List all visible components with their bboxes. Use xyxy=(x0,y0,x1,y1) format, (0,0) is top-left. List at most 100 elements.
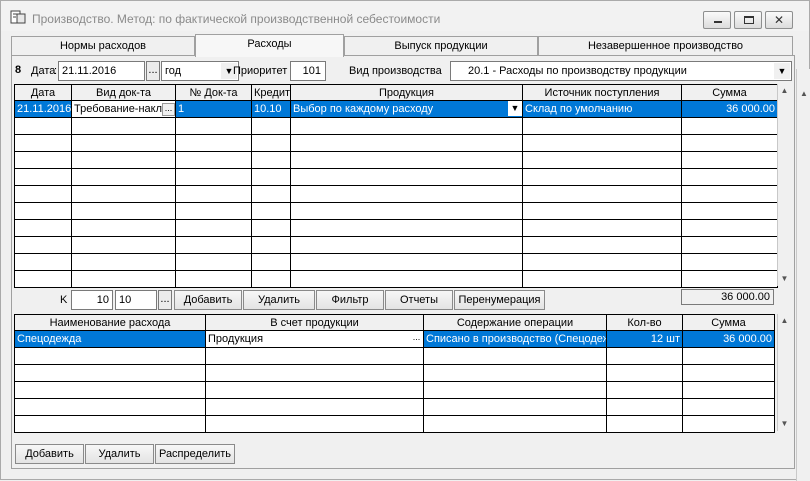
close-button[interactable]: ✕ xyxy=(765,11,793,29)
col-credit[interactable]: Кредит xyxy=(251,84,291,101)
scroll-down-icon[interactable]: ▼ xyxy=(778,272,791,286)
renumber-button[interactable]: Перенумерация xyxy=(454,290,545,310)
empty-cell[interactable] xyxy=(682,347,775,365)
add-button[interactable]: Добавить xyxy=(174,290,242,310)
empty-cell[interactable] xyxy=(175,202,252,220)
col-operation[interactable]: Содержание операции xyxy=(423,314,607,331)
table-row[interactable] xyxy=(14,219,778,237)
empty-cell[interactable] xyxy=(522,134,682,152)
empty-cell[interactable] xyxy=(14,253,72,271)
empty-cell[interactable] xyxy=(290,168,523,186)
empty-cell[interactable] xyxy=(175,151,252,169)
ellipsis-icon[interactable]: ... xyxy=(410,333,423,346)
empty-cell[interactable] xyxy=(522,236,682,254)
empty-cell[interactable] xyxy=(251,117,291,135)
empty-cell[interactable] xyxy=(522,117,682,135)
table-row[interactable] xyxy=(14,381,775,399)
empty-cell[interactable] xyxy=(423,364,607,382)
empty-cell[interactable] xyxy=(290,117,523,135)
empty-cell[interactable] xyxy=(251,151,291,169)
col-product[interactable]: Продукция xyxy=(290,84,523,101)
empty-cell[interactable] xyxy=(205,381,424,399)
empty-cell[interactable] xyxy=(251,236,291,254)
empty-cell[interactable] xyxy=(251,134,291,152)
chevron-down-icon[interactable]: ▼ xyxy=(508,101,522,116)
empty-cell[interactable] xyxy=(251,219,291,237)
empty-cell[interactable] xyxy=(14,398,206,416)
col-expense-name[interactable]: Наименование расхода xyxy=(14,314,206,331)
tab-wip[interactable]: Незавершенное производство xyxy=(538,36,793,56)
empty-cell[interactable] xyxy=(682,398,775,416)
cell-sum[interactable]: 36 000.00 xyxy=(682,330,775,348)
empty-cell[interactable] xyxy=(71,236,176,254)
empty-cell[interactable] xyxy=(14,202,72,220)
empty-cell[interactable] xyxy=(606,415,683,433)
col-doc-number[interactable]: № Док-та xyxy=(175,84,252,101)
scroll-up-icon[interactable]: ▲ xyxy=(778,314,791,328)
expense-items-scrollbar[interactable]: ▲ ▼ xyxy=(777,314,791,431)
k-picker-button[interactable]: ... xyxy=(158,290,172,310)
empty-cell[interactable] xyxy=(522,151,682,169)
empty-cell[interactable] xyxy=(205,364,424,382)
empty-cell[interactable] xyxy=(14,347,206,365)
table-row[interactable] xyxy=(14,168,778,186)
delete-item-button[interactable]: Удалить xyxy=(85,444,154,464)
empty-cell[interactable] xyxy=(14,415,206,433)
empty-cell[interactable] xyxy=(681,134,778,152)
empty-cell[interactable] xyxy=(175,168,252,186)
empty-cell[interactable] xyxy=(14,219,72,237)
priority-input[interactable]: 101 xyxy=(290,61,326,81)
empty-cell[interactable] xyxy=(71,117,176,135)
table-row[interactable] xyxy=(14,398,775,416)
empty-cell[interactable] xyxy=(423,381,607,399)
table-row[interactable] xyxy=(14,202,778,220)
empty-cell[interactable] xyxy=(681,219,778,237)
empty-cell[interactable] xyxy=(681,236,778,254)
empty-cell[interactable] xyxy=(251,270,291,288)
empty-cell[interactable] xyxy=(71,270,176,288)
col-date[interactable]: Дата xyxy=(14,84,72,101)
maximize-button[interactable] xyxy=(734,11,762,29)
empty-cell[interactable] xyxy=(14,134,72,152)
empty-cell[interactable] xyxy=(205,415,424,433)
empty-cell[interactable] xyxy=(522,270,682,288)
empty-cell[interactable] xyxy=(71,253,176,271)
table-row[interactable] xyxy=(14,134,778,152)
empty-cell[interactable] xyxy=(175,185,252,203)
cell-operation[interactable]: Списано в производство (Спецодеж xyxy=(423,330,607,348)
cell-expense-name[interactable]: Спецодежда xyxy=(14,330,206,348)
col-sum[interactable]: Сумма xyxy=(682,314,775,331)
cell-product[interactable]: Выбор по каждому расходу ▼ xyxy=(290,100,523,118)
k-input-2[interactable]: 10 xyxy=(115,290,157,310)
empty-cell[interactable] xyxy=(606,347,683,365)
period-select[interactable]: год ▼ xyxy=(161,61,239,81)
ellipsis-icon[interactable]: ... xyxy=(162,103,175,116)
table-row[interactable] xyxy=(14,117,778,135)
table-row[interactable] xyxy=(14,415,775,433)
cell-doc-type[interactable]: Требование-накл ... xyxy=(71,100,176,118)
col-quantity[interactable]: Кол-во xyxy=(606,314,683,331)
empty-cell[interactable] xyxy=(290,151,523,169)
table-row[interactable] xyxy=(14,347,775,365)
empty-cell[interactable] xyxy=(522,219,682,237)
empty-cell[interactable] xyxy=(71,185,176,203)
scroll-up-icon[interactable]: ▲ xyxy=(778,84,791,98)
date-picker-button[interactable]: ... xyxy=(146,61,160,81)
col-for-product[interactable]: В счет продукции xyxy=(205,314,424,331)
empty-cell[interactable] xyxy=(175,236,252,254)
empty-cell[interactable] xyxy=(606,381,683,399)
cell-source[interactable]: Склад по умолчанию xyxy=(522,100,682,118)
empty-cell[interactable] xyxy=(423,398,607,416)
empty-cell[interactable] xyxy=(14,185,72,203)
table-row[interactable] xyxy=(14,185,778,203)
empty-cell[interactable] xyxy=(681,117,778,135)
expenses-scrollbar[interactable]: ▲ ▼ xyxy=(777,84,791,286)
tab-norms[interactable]: Нормы расходов xyxy=(11,36,195,56)
cell-quantity[interactable]: 12 шт xyxy=(606,330,683,348)
empty-cell[interactable] xyxy=(682,364,775,382)
empty-cell[interactable] xyxy=(251,202,291,220)
empty-cell[interactable] xyxy=(290,253,523,271)
empty-cell[interactable] xyxy=(14,381,206,399)
table-row[interactable] xyxy=(14,270,778,288)
k-input-1[interactable]: 10 xyxy=(71,290,113,310)
